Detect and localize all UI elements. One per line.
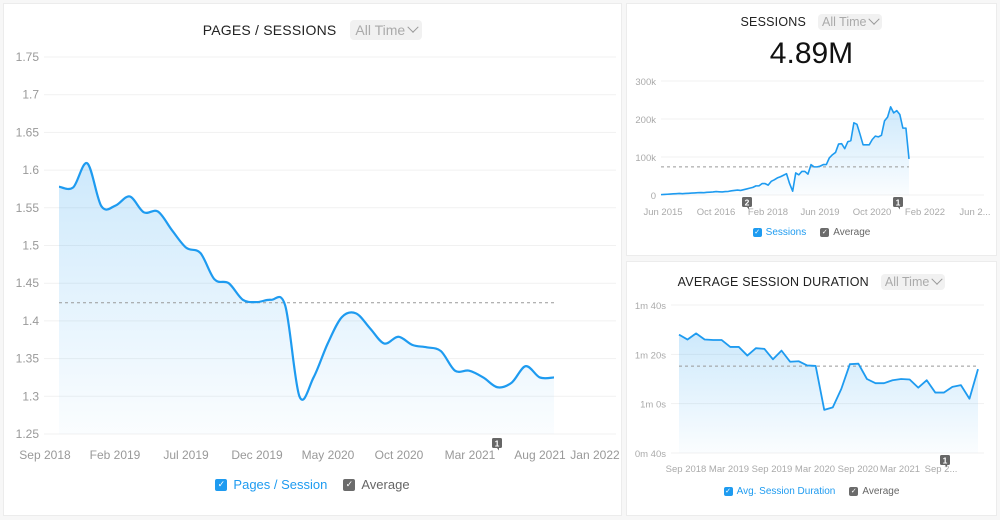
- x-tick-label: Mar 2020: [795, 464, 835, 475]
- x-tick-label: Jul 2019: [163, 448, 209, 462]
- pages-sessions-chart: 1.75 1.7 1.65 1.6 1.55 1.5 1.45 1.4 1.35 1.3 1.25 S…: [16, 50, 620, 462]
- legend-toggle-average[interactable]: ✓ Average: [849, 486, 899, 497]
- y-tick-label: 0m 40s: [635, 449, 666, 460]
- legend-label: Avg. Session Duration: [736, 486, 836, 497]
- avg-session-duration-card: AVERAGE SESSION DURATION All Time 1m 40s…: [626, 261, 997, 516]
- y-tick-label: 1m 20s: [635, 350, 666, 361]
- checkbox-checked-icon[interactable]: ✓: [849, 487, 859, 496]
- legend-toggle-average[interactable]: ✓ Average: [343, 477, 410, 492]
- x-tick-label: Jun 2015: [643, 207, 682, 218]
- y-tick-label: 300k: [635, 77, 656, 88]
- annotation-count: 1: [495, 439, 500, 449]
- checkbox-checked-icon[interactable]: ✓: [343, 478, 356, 491]
- y-tick-label: 1m 40s: [635, 301, 666, 312]
- y-tick-label: 1.55: [16, 201, 40, 215]
- y-tick-label: 1m 0s: [640, 400, 666, 411]
- legend-toggle-series[interactable]: ✓ Avg. Session Duration: [723, 486, 836, 497]
- x-tick-label: Sep 2...: [925, 464, 958, 475]
- pages-sessions-card: PAGES / SESSIONS All Time 1.75 1.7 1.65 1.6…: [3, 3, 622, 516]
- checkbox-checked-icon[interactable]: ✓: [723, 487, 733, 496]
- x-tick-label: Feb 2018: [748, 207, 788, 218]
- checkbox-checked-icon[interactable]: ✓: [820, 228, 830, 237]
- y-tick-label: 1.7: [22, 88, 39, 102]
- y-tick-label: 1.4: [22, 314, 39, 328]
- x-tick-label: Mar 2021: [880, 464, 920, 475]
- annotation-count: 1: [943, 456, 948, 466]
- chart-legend: ✓ Pages / Session ✓ Average: [4, 477, 621, 492]
- y-tick-label: 1.45: [16, 276, 40, 290]
- y-tick-label: 1.75: [16, 50, 40, 64]
- x-tick-label: Sep 2020: [838, 464, 879, 475]
- x-tick-label: Sep 2018: [666, 464, 707, 475]
- sessions-chart: 300k 200k 100k 0 Jun 2015 Oct 2016 Feb 2018 Jun…: [635, 77, 990, 218]
- x-tick-label: Mar 2019: [709, 464, 749, 475]
- x-tick-label: Jun 2...: [959, 207, 990, 218]
- series-area-fill: [679, 333, 978, 453]
- x-tick-label: Sep 2018: [19, 448, 71, 462]
- x-tick-label: Sep 2019: [752, 464, 793, 475]
- legend-label: Average: [862, 486, 900, 497]
- annotation-count: 1: [896, 198, 901, 208]
- legend-toggle-series[interactable]: ✓ Pages / Session: [215, 477, 327, 492]
- legend-label: Pages / Session: [233, 477, 328, 492]
- legend-toggle-average[interactable]: ✓ Average: [820, 227, 870, 238]
- annotation-marker: 1: [893, 197, 903, 210]
- y-tick-label: 1.35: [16, 352, 40, 366]
- legend-label: Sessions: [765, 227, 807, 238]
- x-tick-label: Aug 2021: [514, 448, 566, 462]
- y-tick-label: 1.25: [16, 427, 40, 441]
- x-tick-label: Dec 2019: [231, 448, 283, 462]
- annotation-count: 2: [745, 198, 750, 208]
- series-area-fill: [661, 106, 909, 195]
- avg-session-duration-chart: 1m 40s1m 20s1m 0s0m 40sSep 2018 Mar 2019 S…: [635, 301, 984, 475]
- x-tick-label: Oct 2016: [697, 207, 736, 218]
- x-tick-label: Jun 2019: [800, 207, 839, 218]
- y-tick-label: 1.6: [22, 163, 39, 177]
- checkbox-checked-icon[interactable]: ✓: [752, 228, 762, 237]
- x-tick-label: Oct 2020: [853, 207, 892, 218]
- y-tick-label: 1.3: [22, 389, 39, 403]
- chart-legend: ✓ Sessions ✓ Average: [627, 227, 996, 238]
- y-tick-label: 1.65: [16, 125, 40, 139]
- sessions-card: SESSIONS All Time 4.89M 300k 200k 100k 0 Jun…: [626, 3, 997, 256]
- x-tick-label: Mar 2021: [445, 448, 496, 462]
- y-tick-label: 1.5: [22, 239, 39, 253]
- x-tick-label: Feb 2022: [905, 207, 945, 218]
- chart-legend: ✓ Avg. Session Duration ✓ Average: [627, 486, 996, 497]
- y-tick-label: 200k: [635, 115, 656, 126]
- x-tick-label: Oct 2020: [375, 448, 424, 462]
- x-tick-label: Feb 2019: [90, 448, 141, 462]
- legend-label: Average: [361, 477, 410, 492]
- x-tick-label: May 2020: [302, 448, 355, 462]
- checkbox-checked-icon[interactable]: ✓: [215, 478, 228, 491]
- legend-toggle-series[interactable]: ✓ Sessions: [752, 227, 807, 238]
- legend-label: Average: [833, 227, 871, 238]
- y-tick-label: 0: [651, 191, 656, 202]
- x-tick-label: Jan 2022: [570, 448, 620, 462]
- y-tick-label: 100k: [635, 153, 656, 164]
